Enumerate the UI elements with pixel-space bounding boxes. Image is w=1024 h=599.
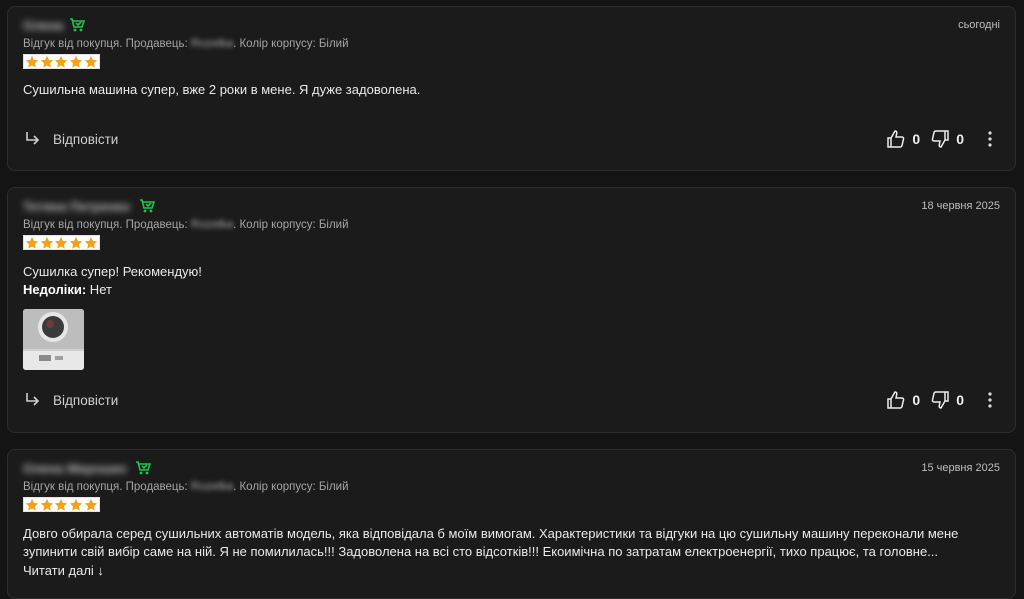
reply-arrow-icon: [26, 393, 40, 406]
star-icon: [26, 498, 39, 511]
more-vertical-icon: [988, 392, 992, 408]
reply-label: Відповісти: [53, 131, 119, 147]
dislike-button[interactable]: 0: [930, 390, 964, 410]
review-text: Сушильна машина супер, вже 2 роки в мене…: [23, 82, 421, 97]
cons-value: Нет: [86, 282, 112, 297]
more-options-button[interactable]: [980, 129, 1000, 149]
star-icon: [55, 236, 68, 249]
reply-label: Відповісти: [53, 392, 119, 408]
star-icon: [55, 55, 68, 68]
review-votes: 0 0: [886, 390, 1000, 410]
review-cons: Недоліки: Нет: [23, 281, 112, 299]
review-author: Олена Мирошко: [23, 461, 127, 476]
like-button[interactable]: 0: [886, 390, 920, 410]
thumbs-down-icon: [931, 130, 949, 148]
star-icon: [55, 498, 68, 511]
star-icon: [84, 498, 97, 511]
review-card: Олена Мирошко 15 червня 2025 Відгук від …: [7, 449, 1016, 599]
review-author: Тетяна Петренко: [23, 199, 131, 214]
like-count: 0: [912, 392, 921, 408]
star-icon: [69, 55, 83, 68]
rating-stars: [23, 54, 100, 69]
verified-buyer-icon: [70, 18, 85, 32]
seller-name[interactable]: Rozetka: [191, 219, 233, 231]
star-icon: [84, 236, 97, 249]
star-icon: [40, 55, 54, 68]
review-text: Сушилка супер! Рекомендую!: [23, 264, 202, 279]
review-text-line: зупинити свій вибір саме на ній. Я не по…: [23, 544, 939, 559]
seller-name[interactable]: Rozetka: [191, 481, 233, 493]
dislike-count: 0: [956, 392, 964, 408]
verified-buyer-icon: [140, 199, 155, 213]
review-text-line: Довго обирала серед сушильних автоматів …: [23, 526, 959, 541]
thumbs-down-icon: [931, 391, 949, 409]
review-card: Тетяна Петренко 18 червня 2025 Відгук ві…: [7, 187, 1016, 433]
star-icon: [26, 236, 39, 249]
review-date: сьогодні: [958, 19, 1000, 31]
dislike-count: 0: [956, 131, 964, 147]
review-date: 18 червня 2025: [921, 200, 1000, 212]
thumbs-up-icon: [887, 391, 905, 409]
review-meta: Відгук від покупця. Продавець: Rozetka. …: [23, 481, 349, 493]
cons-label: Недоліки:: [23, 282, 87, 297]
thumbs-up-icon: [887, 130, 905, 148]
like-count: 0: [912, 131, 921, 147]
rating-stars: [23, 497, 100, 512]
star-icon: [69, 498, 83, 511]
dislike-button[interactable]: 0: [930, 129, 964, 149]
star-icon: [40, 236, 54, 249]
read-more-link[interactable]: Читати далі ↓: [23, 563, 104, 578]
star-icon: [40, 498, 54, 511]
reply-arrow-icon: [26, 132, 40, 145]
verified-buyer-icon: [136, 461, 151, 475]
rating-stars: [23, 235, 100, 250]
review-meta: Відгук від покупця. Продавець: Rozetka. …: [23, 219, 349, 231]
review-author: Олена: [23, 18, 64, 33]
review-meta: Відгук від покупця. Продавець: Rozetka. …: [23, 38, 349, 50]
reply-button[interactable]: Відповісти: [23, 129, 118, 149]
like-button[interactable]: 0: [886, 129, 920, 149]
seller-name[interactable]: Rozetka: [191, 38, 233, 50]
more-vertical-icon: [988, 131, 992, 147]
dryer-photo-thumbnail: [23, 309, 84, 370]
review-votes: 0 0: [886, 129, 1000, 149]
star-icon: [69, 236, 83, 249]
reply-button[interactable]: Відповісти: [23, 390, 118, 410]
review-card: Олена сьогодні Відгук від покупця. Прода…: [7, 6, 1016, 171]
star-icon: [84, 55, 97, 68]
more-options-button[interactable]: [980, 390, 1000, 410]
star-icon: [26, 55, 39, 68]
review-photo[interactable]: [23, 309, 84, 370]
review-date: 15 червня 2025: [921, 462, 1000, 474]
